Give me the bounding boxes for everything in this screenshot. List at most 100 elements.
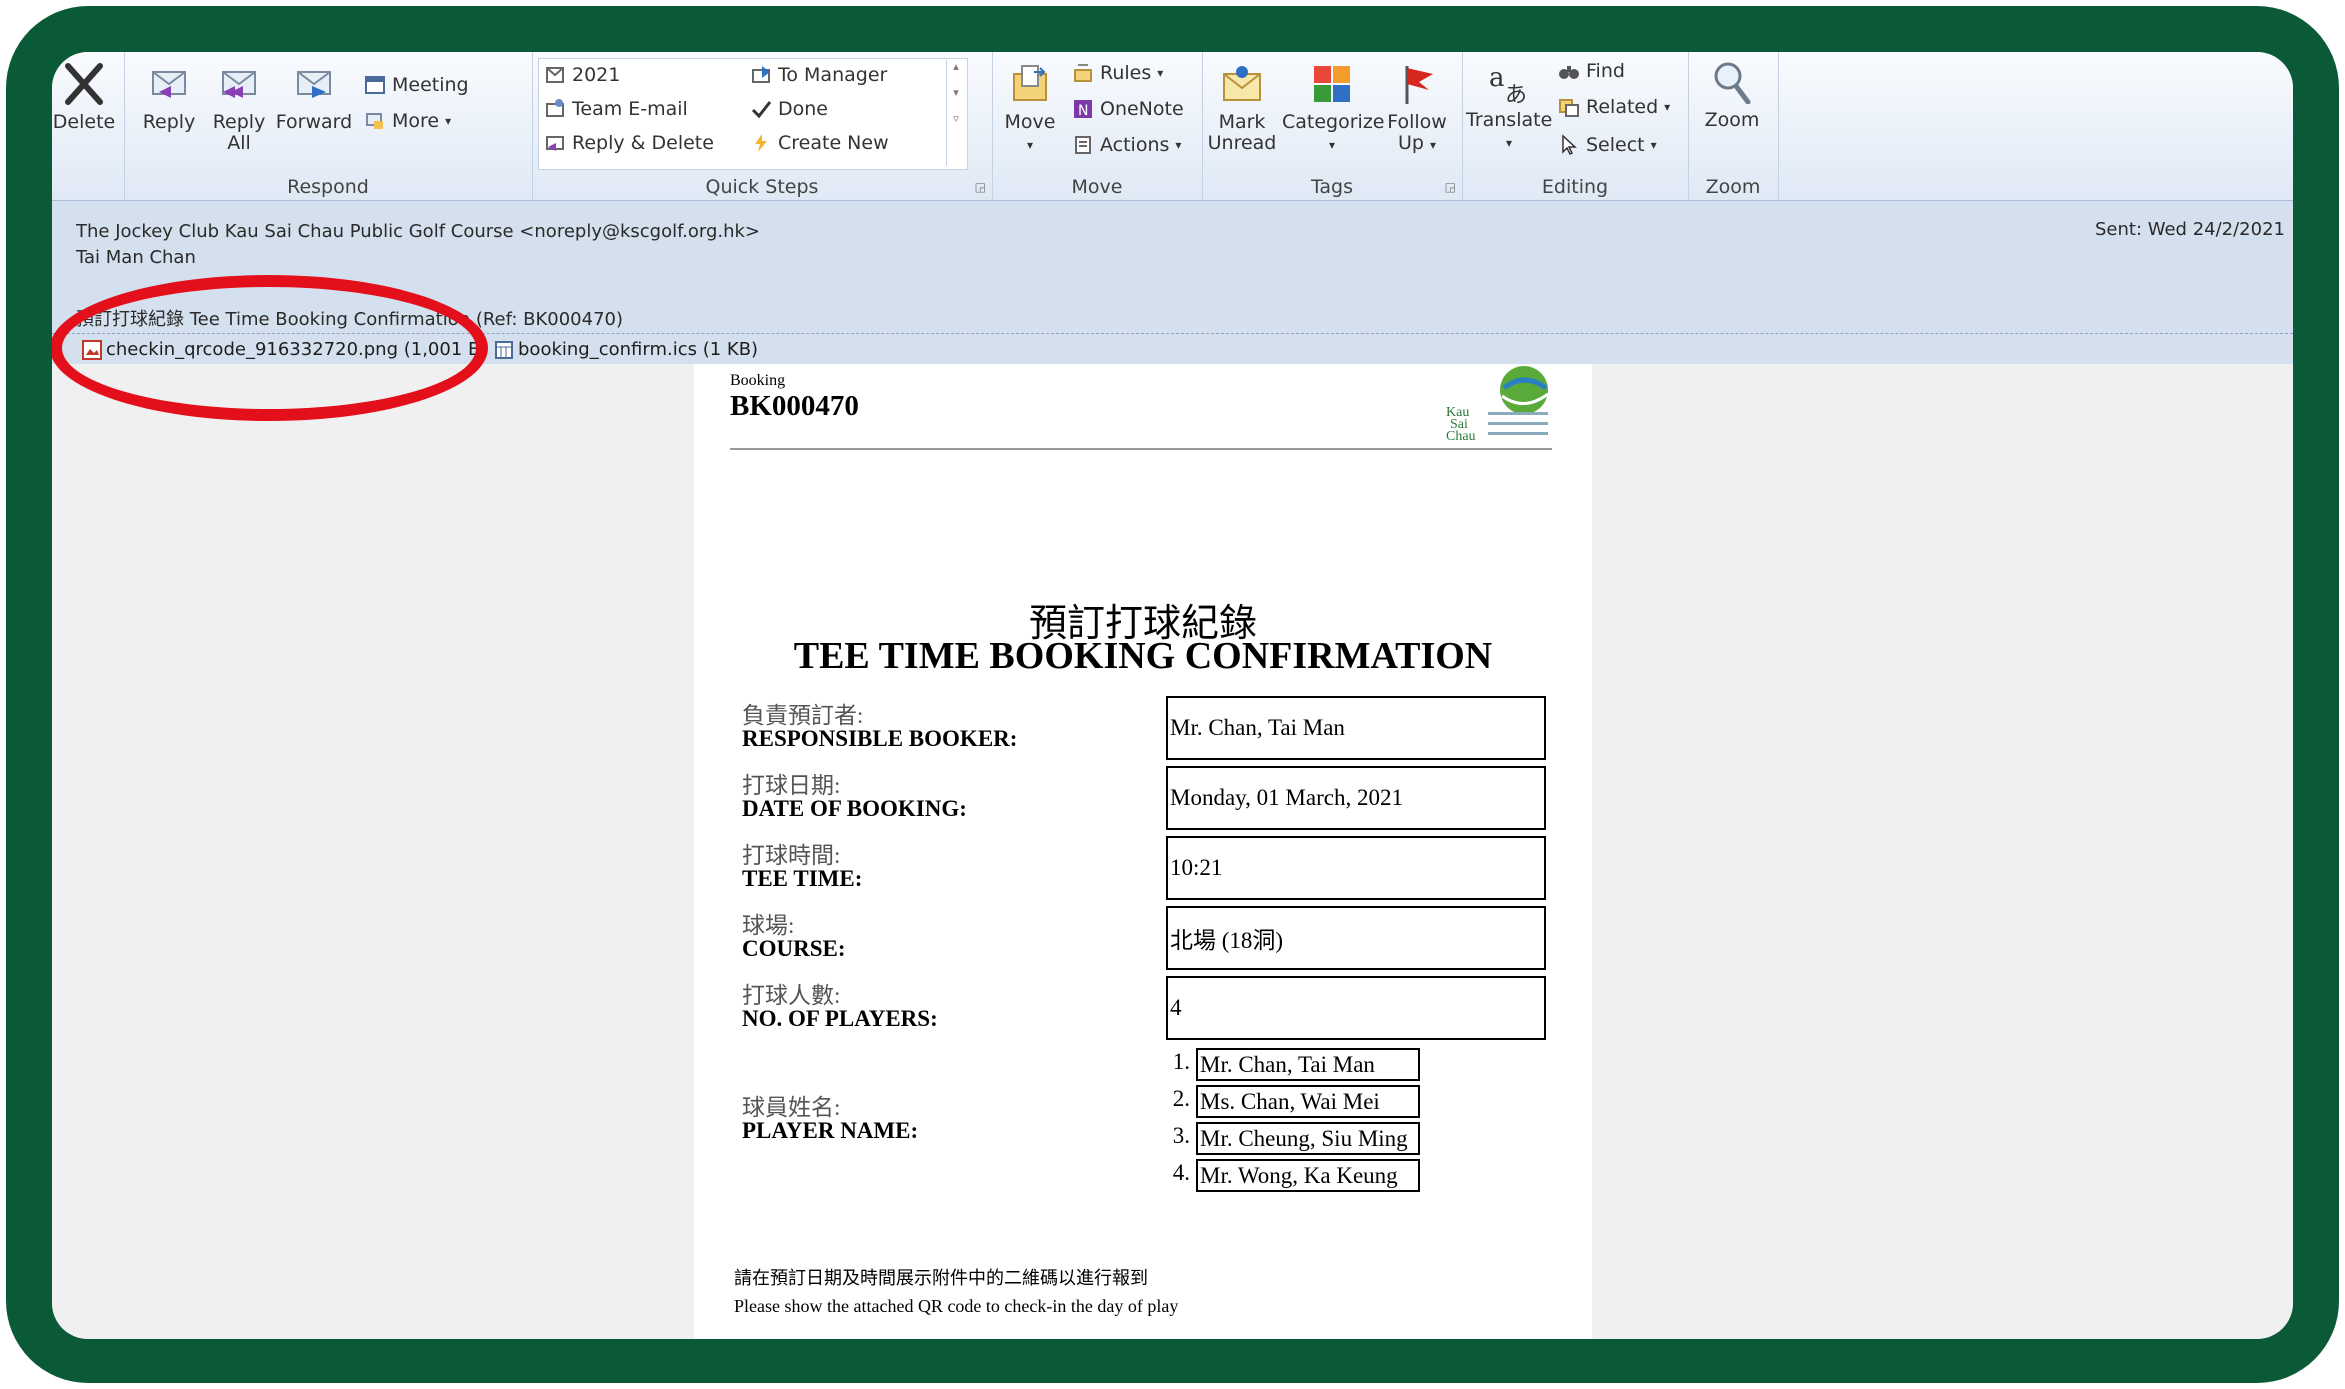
- forward-icon: [297, 71, 331, 98]
- reply-icon: [152, 71, 186, 98]
- find-button[interactable]: Find: [1558, 60, 1625, 82]
- more-button[interactable]: More ▾: [364, 110, 451, 132]
- follow-up-label-2: Up: [1397, 132, 1424, 154]
- tags-group-label: Tags: [1310, 176, 1354, 198]
- delete-label: Delete: [52, 111, 116, 133]
- player-number: 3.: [1172, 1123, 1190, 1148]
- rules-label: Rules: [1100, 62, 1152, 84]
- meeting-button[interactable]: Meeting: [364, 74, 469, 96]
- player-label-cn: 球員姓名:: [742, 1095, 841, 1120]
- quick-step-mail-icon: [546, 67, 564, 83]
- magnifier-icon: [1714, 62, 1751, 104]
- chevron-down-icon: ▾: [1175, 138, 1182, 152]
- editing-group-label: Editing: [1541, 176, 1609, 198]
- quick-step-2021[interactable]: 2021: [544, 64, 620, 86]
- flag-icon: [1405, 66, 1433, 104]
- related-label: Related: [1586, 96, 1659, 118]
- quick-step-done[interactable]: Done: [750, 98, 828, 120]
- quick-step-team-email[interactable]: Team E-mail: [544, 98, 688, 120]
- respond-group: Reply Reply All Forward Meeting More ▾ R…: [124, 52, 533, 200]
- calendar-file-icon: [495, 340, 513, 359]
- svg-text:あ: あ: [1505, 83, 1527, 104]
- related-icon: [1559, 99, 1579, 117]
- booking-caption: Booking: [730, 372, 786, 389]
- forward-button[interactable]: Forward: [274, 62, 354, 133]
- zoom-button[interactable]: Zoom: [1692, 60, 1772, 131]
- translate-button[interactable]: aあ Translate ▾: [1466, 60, 1552, 154]
- field-label-en: RESPONSIBLE BOOKER:: [742, 726, 1018, 751]
- mark-unread-label-2: Unread: [1207, 132, 1277, 154]
- field-label-cn: 打球日期:: [742, 773, 841, 798]
- ribbon: Delete Reply Reply All Forward Meeting M…: [52, 52, 2293, 201]
- quick-step-reply-delete[interactable]: Reply & Delete: [544, 132, 714, 154]
- chevron-down-icon: ▾: [1026, 138, 1034, 152]
- quick-steps-scroll[interactable]: ▴ ▾ ▿: [946, 60, 965, 166]
- checkin-note-en: Please show the attached QR code to chec…: [734, 1296, 1179, 1316]
- binoculars-icon: [1559, 66, 1579, 79]
- follow-up-button[interactable]: Follow Up ▾: [1382, 62, 1452, 156]
- translate-label: Translate: [1466, 109, 1553, 131]
- sender: The Jockey Club Kau Sai Chau Public Golf…: [76, 221, 761, 242]
- attachment-qrcode[interactable]: checkin_qrcode_916332720.png (1,001 B): [82, 339, 487, 360]
- actions-label: Actions: [1100, 134, 1170, 156]
- player-name-box: Mr. Cheung, Siu Ming: [1196, 1122, 1420, 1155]
- meeting-label: Meeting: [392, 74, 469, 96]
- zoom-label: Zoom: [1704, 109, 1760, 131]
- booking-document: Booking BK000470 Kau Sai Chau 預訂打球紀錄 TEE…: [694, 364, 1592, 1339]
- reply-all-button[interactable]: Reply All: [204, 62, 274, 154]
- categorize-button[interactable]: Categorize ▾: [1282, 62, 1385, 156]
- email-subject: 預訂打球紀錄 Tee Time Booking Confirmation (Re…: [76, 309, 623, 330]
- field-label-en: DATE OF BOOKING:: [742, 796, 967, 821]
- document-divider: [730, 448, 1552, 450]
- calendar-icon: [365, 76, 385, 94]
- forward-label: Forward: [275, 111, 353, 133]
- mark-unread-button[interactable]: Mark Unread: [1206, 62, 1278, 154]
- categorize-icon: [1314, 66, 1350, 102]
- team-email-icon: [546, 99, 564, 117]
- attachment-ics-name: booking_confirm.ics (1 KB): [518, 339, 759, 360]
- onenote-button[interactable]: N OneNote: [1072, 98, 1184, 120]
- player-name-box: Mr. Wong, Ka Keung: [1196, 1159, 1420, 1192]
- player-name-box: Ms. Chan, Wai Mei: [1196, 1085, 1420, 1118]
- select-button[interactable]: Select ▾: [1558, 134, 1657, 156]
- outlook-window: Delete Reply Reply All Forward Meeting M…: [52, 52, 2293, 1339]
- quick-step-create-new-label: Create New: [778, 132, 889, 154]
- quick-steps-group: 2021 Team E-mail Reply & Delete To Manag…: [532, 52, 993, 200]
- actions-icon: [1075, 136, 1091, 154]
- quick-step-create-new[interactable]: Create New: [750, 132, 889, 154]
- player-number: 2.: [1172, 1086, 1190, 1111]
- actions-button[interactable]: Actions ▾: [1072, 134, 1181, 156]
- chevron-down-icon: ▾: [1650, 138, 1657, 152]
- respond-group-label: Respond: [287, 176, 369, 198]
- player-name-box: Mr. Chan, Tai Man: [1196, 1048, 1420, 1081]
- sent-date: Sent: Wed 24/2/2021: [2094, 219, 2285, 240]
- move-group: Move ▾ Rules ▾ N OneNote Actions ▾ Move: [992, 52, 1203, 200]
- more-label: More: [392, 110, 440, 132]
- image-file-icon: [82, 339, 102, 360]
- reply-button[interactable]: Reply: [134, 62, 204, 133]
- field-label-en: COURSE:: [742, 936, 846, 961]
- rules-icon: [1074, 64, 1092, 82]
- field-label-en: NO. OF PLAYERS:: [742, 1006, 938, 1031]
- more-respond-icon: [366, 113, 383, 129]
- kau-sai-chau-logo: Kau Sai Chau: [1446, 366, 1549, 444]
- rules-button[interactable]: Rules ▾: [1072, 62, 1163, 84]
- field-label-cn: 球場:: [742, 913, 795, 938]
- chevron-down-icon: ▾: [1505, 136, 1513, 150]
- translate-icon: aあ: [1489, 63, 1527, 104]
- delete-button[interactable]: Delete: [52, 62, 116, 133]
- quick-step-to-manager[interactable]: To Manager: [750, 64, 887, 86]
- related-button[interactable]: Related ▾: [1558, 96, 1670, 118]
- field-value-box: 4: [1166, 976, 1546, 1040]
- field-label-cn: 負責預訂者:: [742, 703, 864, 728]
- chevron-down-icon: ▾: [1664, 100, 1671, 114]
- lightning-icon: [755, 134, 767, 152]
- reply-all-icon: [222, 71, 256, 98]
- checkin-note-cn: 請在預訂日期及時間展示附件中的二維碼以進行報到: [734, 1268, 1148, 1288]
- reply-all-label-2: All: [227, 132, 251, 154]
- field-label-cn: 打球人數:: [742, 983, 841, 1008]
- move-button[interactable]: Move ▾: [998, 62, 1062, 156]
- select-label: Select: [1586, 134, 1645, 156]
- chevron-down-icon: ▾: [445, 114, 452, 128]
- attachment-ics[interactable]: booking_confirm.ics (1 KB): [494, 339, 758, 360]
